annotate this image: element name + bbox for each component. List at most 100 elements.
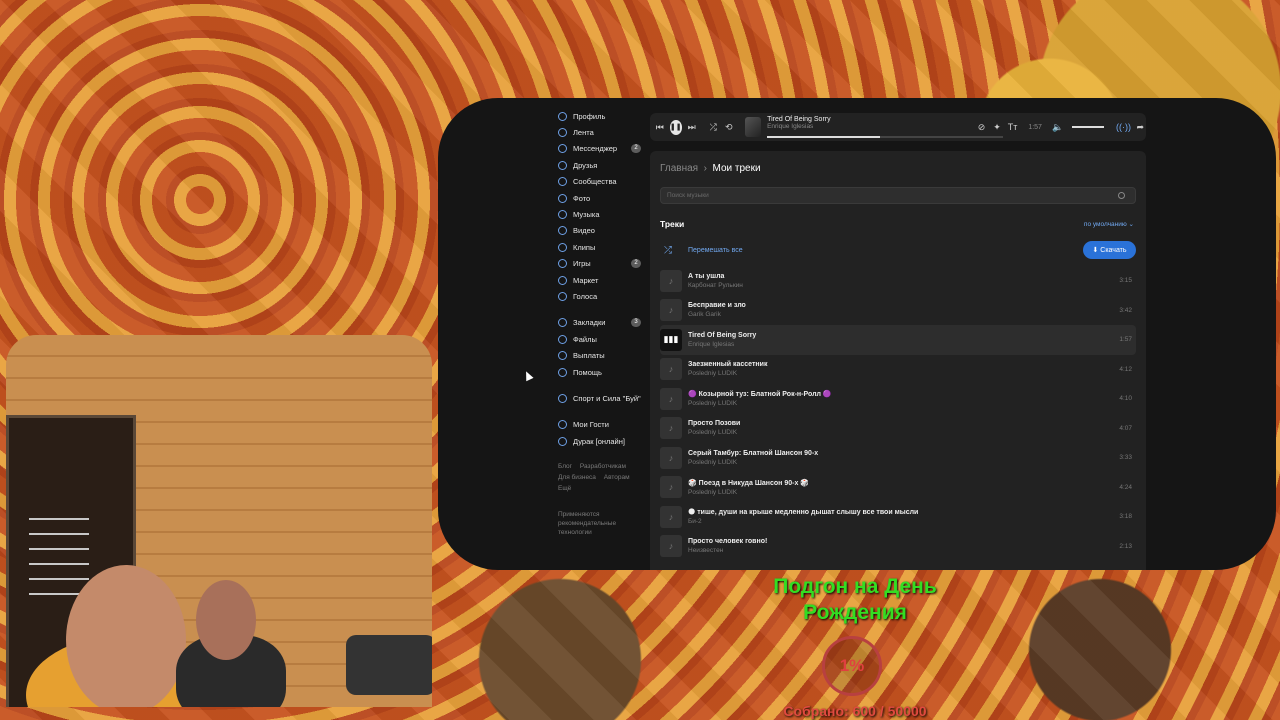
help-icon	[558, 367, 567, 377]
music-note-icon[interactable]: ♪	[660, 299, 682, 322]
download-icon: ⬇	[1092, 247, 1101, 254]
lyrics-icon[interactable]: Tт	[1007, 120, 1019, 134]
dislike-icon[interactable]: ⊘	[976, 120, 988, 134]
music-note-icon[interactable]: ♪	[660, 505, 682, 528]
track-row[interactable]: ♪ 🌑 тише, души на крыше медленно дышат сл…	[660, 502, 1136, 532]
votes-icon	[558, 291, 567, 301]
track-list: ♪ А ты ушла Карбонат Рулькин 3:15 ♪ Бесправие…	[660, 266, 1136, 561]
track-artist[interactable]: Карбонат Рулькин	[688, 282, 1119, 289]
equalizer-icon[interactable]: ▮▮▮	[660, 328, 682, 351]
footer-links: Блог Разработчикам Для бизнеса Авторам Е…	[558, 461, 638, 494]
sort-dropdown[interactable]: по умолчанию ⌄	[1084, 220, 1134, 228]
track-title[interactable]: Tired Of Being Sorry	[688, 332, 1119, 339]
progress-bar[interactable]	[767, 136, 1004, 138]
music-note-icon[interactable]: ♪	[660, 446, 682, 469]
track-row[interactable]: ▮▮▮ Tired Of Being Sorry Enrique Iglesias 1…	[660, 325, 1136, 355]
track-duration: 3:15	[1119, 277, 1132, 285]
volume-slider[interactable]	[1071, 126, 1105, 128]
breadcrumb-home[interactable]: Главная	[660, 163, 698, 174]
track-artist[interactable]: Garik Garik	[688, 311, 1119, 318]
music-note-icon[interactable]: ♪	[660, 535, 682, 558]
volume-icon[interactable]: 🔈	[1052, 120, 1064, 134]
track-title[interactable]: Бесправие и зло	[688, 302, 1119, 309]
prev-icon[interactable]: ⏮	[654, 120, 666, 134]
shuffle-all-button[interactable]: ⤮ Перемешать все	[660, 245, 743, 256]
music-note-icon[interactable]: ♪	[660, 358, 682, 381]
music-note-icon[interactable]: ♪	[660, 387, 682, 410]
photo-icon	[558, 193, 567, 203]
sidebar-item-label: Лента	[573, 128, 594, 138]
now-playing-title[interactable]: Tired Of Being Sorry	[767, 116, 962, 123]
share-icon[interactable]: ➦	[1134, 120, 1146, 134]
track-title[interactable]: Просто человек говно!	[688, 538, 1119, 545]
download-label: Скачать	[1100, 246, 1127, 254]
recommend-icon[interactable]: ✦	[991, 120, 1003, 134]
track-artist[interactable]: Posledniy LUDIK	[688, 370, 1119, 377]
shuffle-icon[interactable]: ⤮	[707, 120, 719, 134]
footer-link[interactable]: Для бизнеса	[558, 474, 596, 481]
track-row[interactable]: ♪ 🟣 Козырной туз: Блатной Рок-н-Ролл 🟣 Pos…	[660, 384, 1136, 414]
pause-button[interactable]: ❚❚	[669, 119, 682, 135]
track-title[interactable]: 🎲 Поезд в Никуда Шансон 90-х 🎲	[688, 479, 1119, 487]
next-icon[interactable]: ⏭	[686, 120, 698, 134]
music-note-icon[interactable]: ♪	[660, 269, 682, 292]
track-title[interactable]: 🟣 Козырной туз: Блатной Рок-н-Ролл 🟣	[688, 390, 1119, 398]
track-artist[interactable]: Posledniy LUDIK	[688, 489, 1119, 496]
donation-title: Подгон на День Рождения	[773, 575, 937, 624]
sort-label: по умолчанию	[1083, 221, 1127, 228]
track-title[interactable]: Просто Позови	[688, 420, 1119, 427]
track-artist[interactable]: Би-2	[688, 518, 1119, 525]
shuffle-icon: ⤮	[664, 245, 672, 256]
track-text: Заезженный кассетник Posledniy LUDIK	[688, 361, 1119, 377]
footer-link[interactable]: Авторам	[604, 474, 630, 481]
track-duration: 4:12	[1119, 365, 1132, 373]
track-row[interactable]: ♪ Серый Тамбур: Блатной Шансон 90-х Posled…	[660, 443, 1136, 473]
track-duration: 3:18	[1119, 513, 1132, 521]
section-title: Треки	[660, 219, 685, 229]
footer-link[interactable]: Разработчикам	[580, 463, 626, 470]
sidebar-item-label: Сообщества	[573, 177, 617, 187]
footer-link[interactable]: Блог	[558, 463, 572, 470]
track-row[interactable]: ♪ Просто Позови Posledniy LUDIK 4:07	[660, 414, 1136, 444]
sidebar-item-label: Профиль	[573, 111, 606, 121]
track-row[interactable]: ♪ 🎲 Поезд в Никуда Шансон 90-х 🎲 Posledniy…	[660, 473, 1136, 503]
bag	[346, 635, 432, 695]
music-note-icon[interactable]: ♪	[660, 417, 682, 440]
track-title[interactable]: А ты ушла	[688, 273, 1119, 280]
sidebar-item-label: Фото	[573, 193, 591, 203]
track-text: 🟣 Козырной туз: Блатной Рок-н-Ролл 🟣 Posl…	[688, 390, 1119, 407]
broadcast-icon[interactable]: ((·))	[1116, 120, 1131, 134]
sidebar-item-label: Друзья	[573, 160, 598, 170]
track-title[interactable]: 🌑 тише, души на крыше медленно дышат слы…	[688, 508, 1119, 516]
track-artist[interactable]: Posledniy LUDIK	[688, 429, 1119, 436]
footer-link-more[interactable]: Ещё	[558, 485, 571, 492]
track-text: Бесправие и зло Garik Garik	[688, 302, 1119, 318]
donation-percent: 1%	[839, 656, 865, 675]
track-row[interactable]: ♪ Просто человек говно! Неизвестен 2:13	[660, 532, 1136, 562]
sidebar-item-label: Видео	[573, 226, 595, 236]
track-row[interactable]: ♪ А ты ушла Карбонат Рулькин 3:15	[660, 266, 1136, 296]
track-row[interactable]: ♪ Бесправие и зло Garik Garik 3:42	[660, 296, 1136, 326]
track-text: Просто человек говно! Неизвестен	[688, 538, 1119, 554]
audio-player: ⏮ ❚❚ ⏭ ⤮ ⟲ Tired Of Being Sorry Enrique …	[650, 113, 1146, 141]
search-input[interactable]: Поиск музыки	[660, 187, 1136, 204]
recommend-note[interactable]: Применяются рекомендательные технологии	[558, 510, 628, 537]
sidebar-item-label: Файлы	[573, 334, 597, 344]
search-icon[interactable]	[1118, 192, 1125, 199]
music-content: Главная › Мои треки Поиск музыки Треки п…	[650, 151, 1146, 570]
track-artist[interactable]: Posledniy LUDIK	[688, 400, 1119, 407]
download-button[interactable]: ⬇ Скачать	[1083, 241, 1136, 259]
repeat-icon[interactable]: ⟲	[723, 120, 735, 134]
friends-icon	[558, 160, 567, 170]
track-row[interactable]: ♪ Заезженный кассетник Posledniy LUDIK 4:12	[660, 355, 1136, 385]
music-note-icon[interactable]: ♪	[660, 476, 682, 499]
track-title[interactable]: Заезженный кассетник	[688, 361, 1119, 368]
now-playing-artist[interactable]: Enrique Iglesias	[767, 123, 962, 130]
browser-window: Профиль Лента Мессенджер 2 Друзья Сообщества Ф…	[438, 98, 1276, 570]
track-text: 🎲 Поезд в Никуда Шансон 90-х 🎲 Posledniy …	[688, 479, 1119, 496]
track-artist[interactable]: Posledniy LUDIK	[688, 459, 1119, 466]
track-artist[interactable]: Enrique Iglesias	[688, 341, 1119, 348]
donation-progress-ring: 1%	[822, 636, 882, 696]
track-title[interactable]: Серый Тамбур: Блатной Шансон 90-х	[688, 450, 1119, 457]
track-artist[interactable]: Неизвестен	[688, 547, 1119, 554]
